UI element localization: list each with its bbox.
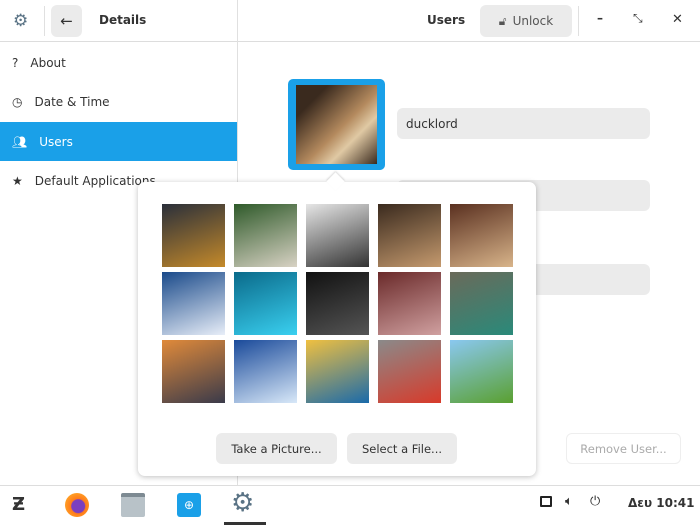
software-store-icon[interactable]: ⊕	[177, 493, 201, 517]
back-button[interactable]: ←	[51, 5, 82, 37]
restore-button[interactable]: ⤡	[633, 11, 643, 26]
photo-guitar[interactable]	[306, 272, 369, 335]
unlock-button[interactable]: 🔓︎ Unlock	[480, 5, 572, 37]
sidebar-item-label: Date & Time	[34, 94, 110, 109]
photo-bicycle[interactable]	[162, 204, 225, 267]
settings-gear-icon: ⚙	[13, 11, 29, 31]
photo-tomatoes[interactable]	[378, 340, 441, 403]
photo-cat[interactable]	[378, 204, 441, 267]
sidebar-item-date-time[interactable]: ◷ Date & Time	[0, 82, 237, 121]
sidebar-item-users[interactable]: 👥︎ Users	[0, 122, 237, 161]
photo-tree[interactable]	[450, 340, 513, 403]
lock-icon: 🔓︎	[498, 13, 507, 28]
star-icon: ★	[12, 173, 23, 188]
take-picture-button[interactable]: Take a Picture...	[216, 433, 337, 464]
photo-headphones[interactable]	[378, 272, 441, 335]
power-icon[interactable]: ⏻	[590, 494, 600, 509]
question-icon: ?	[12, 55, 19, 70]
photo-hummingbird[interactable]	[450, 272, 513, 335]
zorin-menu-icon[interactable]: Ƶ	[12, 494, 25, 515]
screen-icon[interactable]	[540, 496, 552, 507]
photo-surfer[interactable]	[306, 340, 369, 403]
photo-book[interactable]	[234, 204, 297, 267]
photo-flower[interactable]	[162, 272, 225, 335]
clock[interactable]: Δευ 10:41	[628, 496, 694, 510]
sidebar-item-label: About	[30, 55, 66, 70]
header-bar: ⚙ ← Details Users 🔓︎ Unlock – ⤡ ✕	[0, 0, 700, 42]
divider	[237, 0, 238, 42]
popover-arrow	[326, 172, 345, 191]
firefox-icon[interactable]	[65, 493, 89, 517]
files-icon[interactable]	[121, 493, 145, 517]
divider	[578, 6, 579, 36]
username-text: ducklord	[406, 116, 458, 131]
minimize-button[interactable]: –	[597, 11, 603, 25]
users-icon: 👥︎	[12, 134, 28, 149]
avatar-popover: Take a Picture... Select a File...	[138, 172, 536, 476]
clock-icon: ◷	[12, 94, 23, 109]
sidebar-item-label: Users	[39, 134, 73, 149]
header-title: Details	[99, 13, 147, 27]
photo-calculator[interactable]	[306, 204, 369, 267]
taskbar: Ƶ ⊕ ⚙ 🔈︎ ⏻ Δευ 10:41	[0, 485, 700, 525]
username-field[interactable]: ducklord	[397, 108, 650, 139]
photo-latte[interactable]	[450, 204, 513, 267]
select-file-button[interactable]: Select a File...	[347, 433, 457, 464]
unlock-label: Unlock	[512, 14, 554, 28]
arrow-left-icon: ←	[60, 12, 73, 30]
avatar-cat-image	[296, 85, 377, 164]
volume-icon[interactable]: 🔈︎	[565, 494, 573, 509]
remove-user-button[interactable]: Remove User...	[566, 433, 681, 464]
photo-mountain[interactable]	[162, 340, 225, 403]
avatar-button[interactable]	[288, 79, 385, 170]
photo-gamepad[interactable]	[234, 272, 297, 335]
sidebar-item-about[interactable]: ? About	[0, 43, 237, 82]
page-title: Users	[427, 13, 466, 27]
close-button[interactable]: ✕	[672, 12, 683, 27]
photo-airplane-wing[interactable]	[234, 340, 297, 403]
divider	[44, 6, 45, 36]
settings-icon[interactable]: ⚙	[231, 488, 254, 518]
